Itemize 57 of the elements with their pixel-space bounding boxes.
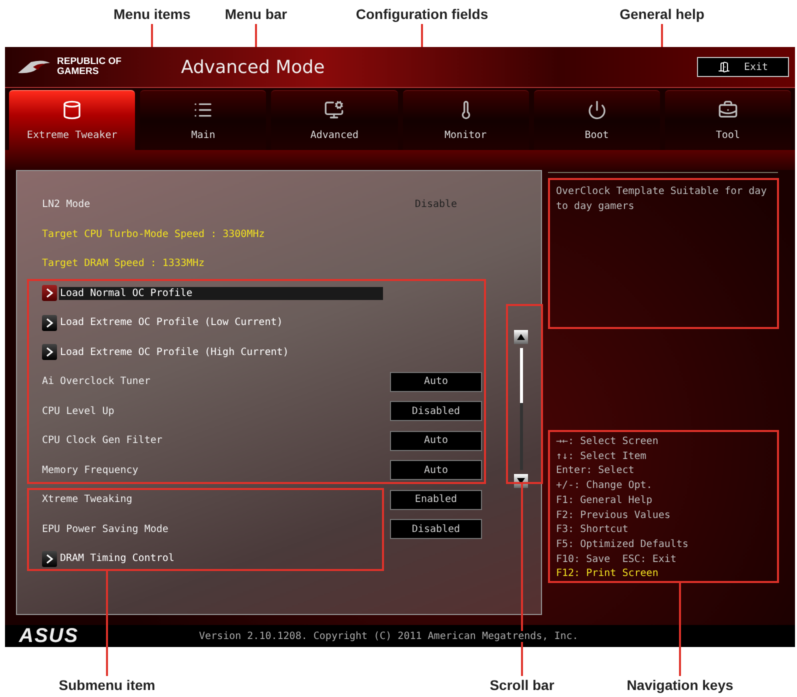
submenu-item[interactable]: Load Extreme OC Profile (Low Current)	[59, 316, 286, 330]
nav-key-text: F10: Save ESC: Exit	[556, 552, 678, 567]
version-text: Version 2.10.1208. Copyright (C) 2011 American Megatrends, Inc.	[199, 630, 578, 642]
help-text: OverClock Template Suitable for day to day gamers	[556, 186, 767, 212]
info-text: Target DRAM Speed : 1333MHz	[42, 258, 206, 270]
callout-label: Submenu item	[58, 677, 156, 693]
eye-logo-icon	[17, 59, 51, 75]
nav-key-text: ↑↓: Select Item	[556, 450, 648, 464]
callout-label: Navigation keys	[626, 677, 734, 693]
nav-key-text: F5: Optimized Defaults	[556, 538, 690, 552]
setting-value: Disable	[414, 199, 458, 210]
nav-key-text: F3: Shortcut	[556, 523, 630, 538]
menu-tab[interactable]: Tool	[664, 90, 792, 150]
menu-tab[interactable]: Advanced	[271, 90, 398, 150]
setting-label: CPU Level Up	[42, 406, 116, 417]
callout-label: Scroll bar	[490, 677, 554, 693]
brand-text: REPUBLIC OF GAMERS	[57, 57, 122, 77]
setting-label: EPU Power Saving Mode	[42, 524, 170, 535]
callout-label: Menu items	[114, 6, 190, 22]
callout-label: General help	[620, 6, 704, 22]
menu-tab[interactable]: Boot	[534, 90, 660, 150]
power-icon	[586, 100, 607, 120]
nav-key-text: →←: Select Screen	[556, 435, 660, 449]
setting-label: Memory Frequency	[42, 464, 140, 476]
option-field[interactable]: Auto	[390, 460, 482, 480]
menu-tab[interactable]: Monitor	[402, 90, 529, 150]
option-field[interactable]: Disabled	[390, 401, 482, 422]
cylinder-icon	[62, 100, 82, 120]
door-icon	[718, 61, 730, 73]
nav-key-text: F1: General Help	[556, 494, 654, 508]
nav-key-text: Enter: Select	[556, 464, 636, 478]
window-title: Advanced Mode	[180, 56, 326, 78]
exit-button[interactable]: Exit	[697, 57, 789, 77]
monitor-gear-icon	[324, 100, 344, 120]
menu-tab[interactable]: Extreme Tweaker	[9, 90, 136, 150]
submenu-item[interactable]: Load Extreme OC Profile (High Current)	[59, 346, 292, 359]
nav-key-text: F2: Previous Values	[556, 508, 672, 523]
callout-label: Menu bar	[224, 6, 288, 22]
scroll-up-icon[interactable]	[514, 330, 528, 344]
nav-key-text: +/-: Change Opt.	[556, 479, 654, 494]
option-field[interactable]: Auto	[390, 430, 482, 451]
menu-tab[interactable]: Main	[140, 90, 266, 150]
brand-logo: ASUS	[19, 624, 80, 648]
setting-label: Xtreme Tweaking	[42, 494, 134, 506]
submenu-item[interactable]: Load Normal OC Profile	[59, 286, 383, 300]
setting-label: Ai Overclock Tuner	[42, 376, 152, 388]
option-field[interactable]: Disabled	[390, 519, 482, 540]
callout-label: Configuration fields	[356, 6, 488, 22]
setting-label: CPU Clock Gen Filter	[42, 435, 164, 446]
option-field[interactable]: Enabled	[390, 490, 482, 510]
scroll-bar[interactable]	[513, 330, 529, 488]
submenu-item[interactable]: DRAM Timing Control	[59, 552, 178, 566]
briefcase-icon	[718, 100, 738, 120]
info-text: Target CPU Turbo-Mode Speed : 3300MHz	[42, 228, 266, 240]
nav-key-text: F12: Print Screen	[556, 567, 660, 582]
option-field[interactable]: Auto	[390, 372, 482, 392]
setting-label: LN2 Mode	[42, 199, 92, 210]
